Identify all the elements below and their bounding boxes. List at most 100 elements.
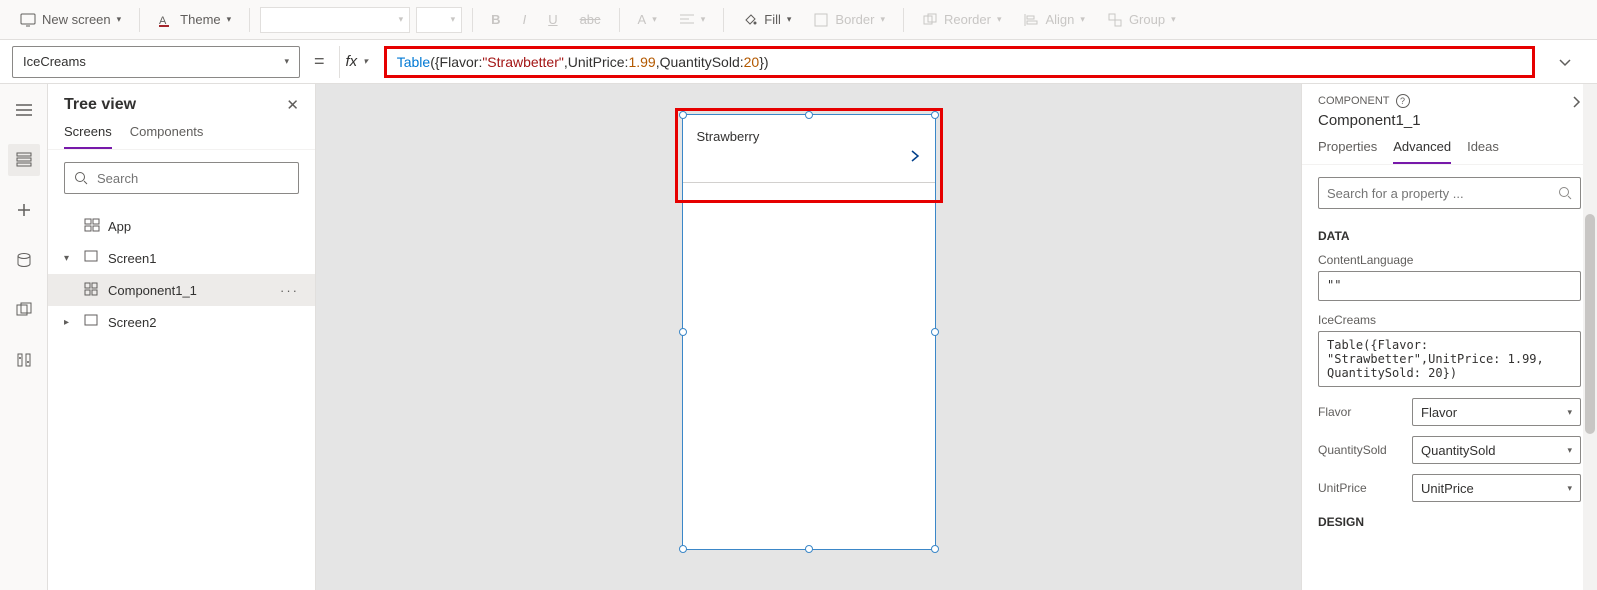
align-button[interactable]: Align ▾ (1015, 8, 1092, 32)
component-type-label: COMPONENT (1318, 95, 1390, 107)
resize-handle[interactable] (679, 545, 687, 553)
align-label: Align (1045, 12, 1074, 27)
resize-handle[interactable] (679, 328, 687, 336)
new-screen-button[interactable]: New screen ▾ (12, 8, 129, 32)
resize-handle[interactable] (931, 545, 939, 553)
chevron-down-icon: ▾ (701, 14, 706, 25)
bold-button[interactable]: B (483, 8, 508, 31)
separator (139, 8, 140, 32)
separator (619, 8, 620, 32)
chevron-down-icon: ▾ (1567, 483, 1572, 494)
property-search-input[interactable] (1327, 186, 1558, 201)
separator (723, 8, 724, 32)
font-color-button[interactable]: A▾ (630, 8, 665, 31)
chevron-down-icon: ▾ (787, 14, 792, 25)
left-rail (0, 84, 48, 590)
gallery-item[interactable]: Strawberry (683, 115, 935, 183)
tab-advanced[interactable]: Advanced (1393, 139, 1451, 164)
tab-ideas[interactable]: Ideas (1467, 139, 1499, 164)
border-label: Border (835, 12, 874, 27)
property-search[interactable] (1318, 177, 1581, 209)
section-design: DESIGN (1302, 507, 1597, 533)
hamburger-button[interactable] (8, 94, 40, 126)
fx-button[interactable]: fx ▾ (339, 46, 374, 78)
scrollbar-thumb[interactable] (1585, 214, 1595, 434)
unitprice-select[interactable]: UnitPrice ▾ (1412, 474, 1581, 502)
icecreams-input[interactable]: Table({Flavor: "Strawbetter",UnitPrice: … (1318, 331, 1581, 387)
reorder-button[interactable]: Reorder ▾ (914, 8, 1010, 32)
theme-label: Theme (180, 12, 220, 27)
chevron-right-icon[interactable] (909, 148, 921, 164)
expand-panel-button[interactable] (1571, 94, 1581, 110)
canvas[interactable]: Strawberry (316, 84, 1301, 590)
component-name: Component1_1 (1318, 112, 1421, 129)
formula-bar: IceCreams ▾ = fx ▾ Table({Flavor: "Straw… (0, 40, 1597, 84)
more-button[interactable]: ··· (280, 283, 299, 298)
formula-input[interactable]: Table({Flavor: "Strawbetter",UnitPrice: … (384, 46, 1535, 78)
resize-handle[interactable] (805, 545, 813, 553)
selected-component[interactable]: Strawberry (682, 114, 936, 550)
underline-button[interactable]: U (540, 8, 565, 31)
chevron-down-icon: ▾ (880, 14, 885, 25)
tree-search-input[interactable] (97, 171, 290, 186)
info-icon[interactable]: ? (1396, 94, 1410, 108)
expand-formula-button[interactable] (1545, 57, 1585, 67)
workspace: Tree view ✕ Screens Components App ▾ (0, 84, 1597, 590)
chevron-down-icon: ▾ (1171, 14, 1176, 25)
border-button[interactable]: Border ▾ (805, 8, 893, 32)
separator (249, 8, 250, 32)
component-icon (84, 282, 100, 298)
flavor-select[interactable]: Flavor ▾ (1412, 398, 1581, 426)
prop-label: IceCreams (1318, 313, 1581, 327)
screen-icon (84, 250, 100, 266)
prop-label: QuantitySold (1318, 443, 1402, 457)
resize-handle[interactable] (931, 328, 939, 336)
text-align-button[interactable]: ▾ (671, 8, 714, 32)
close-tree-button[interactable]: ✕ (286, 96, 299, 114)
italic-button[interactable]: I (515, 8, 535, 31)
chevron-down-icon: ▾ (284, 56, 289, 67)
chevron-down-icon: ▾ (997, 14, 1002, 25)
scrollbar[interactable] (1583, 84, 1597, 590)
search-icon (73, 170, 89, 186)
app-icon (84, 218, 100, 234)
tree-view-button[interactable] (8, 144, 40, 176)
theme-icon: A (158, 12, 174, 28)
quantity-select[interactable]: QuantitySold ▾ (1412, 436, 1581, 464)
tree-item-label: Component1_1 (108, 283, 197, 298)
screen-icon (84, 314, 100, 330)
tab-properties[interactable]: Properties (1318, 139, 1377, 164)
media-button[interactable] (8, 294, 40, 326)
chevron-down-icon: ▾ (652, 14, 657, 25)
chevron-down-icon: ▾ (64, 253, 76, 264)
insert-button[interactable] (8, 194, 40, 226)
tree-item-component1[interactable]: Component1_1 ··· (48, 274, 315, 306)
content-language-input[interactable]: "" (1318, 271, 1581, 301)
chevron-down-icon: ▾ (399, 14, 404, 25)
fill-button[interactable]: Fill ▾ (734, 8, 799, 32)
reorder-icon (922, 12, 938, 28)
border-icon (813, 12, 829, 28)
theme-button[interactable]: A Theme ▾ (150, 8, 239, 32)
chevron-down-icon: ▾ (1567, 407, 1572, 418)
group-icon (1107, 12, 1123, 28)
tree-item-app[interactable]: App (48, 210, 315, 242)
font-size-select[interactable]: ▾ (416, 7, 462, 33)
data-button[interactable] (8, 244, 40, 276)
chevron-right-icon: ▸ (64, 317, 76, 328)
tab-components[interactable]: Components (130, 124, 204, 149)
separator (903, 8, 904, 32)
strikethrough-button[interactable]: abc (572, 8, 609, 31)
tab-screens[interactable]: Screens (64, 124, 112, 149)
group-button[interactable]: Group ▾ (1099, 8, 1184, 32)
tools-button[interactable] (8, 344, 40, 376)
prop-label: UnitPrice (1318, 481, 1402, 495)
font-family-select[interactable]: ▾ (260, 7, 410, 33)
tree-item-screen1[interactable]: ▾ Screen1 (48, 242, 315, 274)
tree-search[interactable] (64, 162, 299, 194)
tree-item-screen2[interactable]: ▸ Screen2 (48, 306, 315, 338)
tree-item-label: Screen2 (108, 315, 156, 330)
property-select[interactable]: IceCreams ▾ (12, 46, 300, 78)
chevron-down-icon: ▾ (1080, 14, 1085, 25)
search-icon (1558, 186, 1572, 200)
